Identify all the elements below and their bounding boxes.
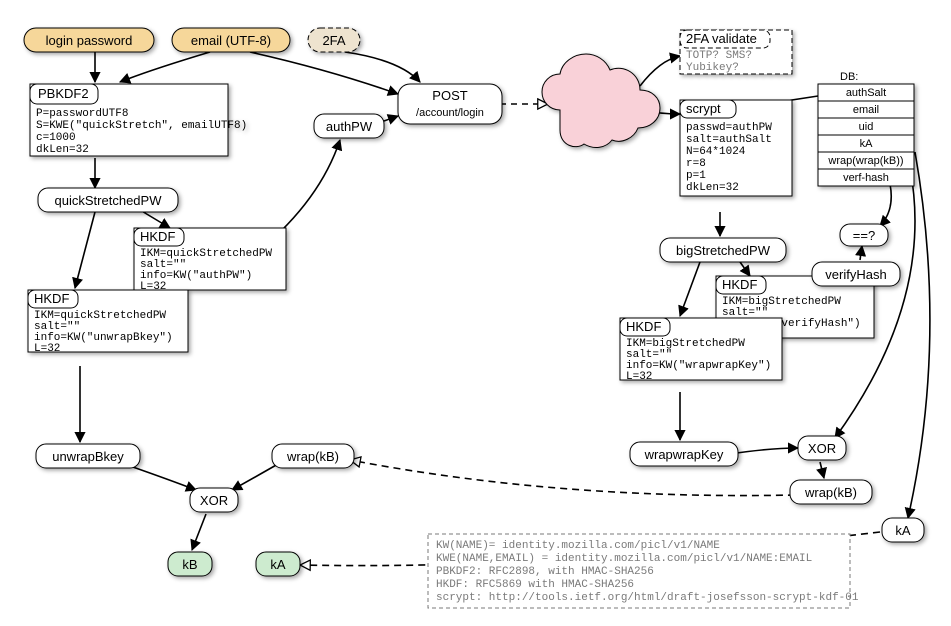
svg-text:L=32: L=32 — [626, 371, 652, 383]
db-table: authSalt email uid kA wrap(wrap(kB)) ver… — [818, 84, 914, 186]
unwrapbkey-node: unwrapBkey — [36, 444, 140, 468]
input-login-password: login password — [24, 28, 154, 52]
post-node: POST /account/login — [398, 84, 502, 124]
hkdf-auth-box: HKDF IKM=quickStretchedPW salt="" info=K… — [134, 228, 286, 293]
cloud-icon — [542, 54, 660, 147]
authpw-node: authPW — [314, 114, 384, 138]
hkdf-wrapwrap-box: HKDF IKM=bigStretchedPW salt="" info=KW(… — [620, 318, 782, 383]
ka-right-node: kA — [882, 518, 924, 542]
svg-text:==?: ==? — [853, 228, 875, 243]
input-email-label: email (UTF-8) — [191, 33, 271, 48]
svg-text:wrapwrapKey: wrapwrapKey — [644, 447, 724, 462]
bigstretchedpw-node: bigStretchedPW — [660, 238, 786, 262]
svg-text:kA: kA — [860, 138, 874, 150]
svg-text:XOR: XOR — [808, 441, 836, 456]
svg-text:2FA validate: 2FA validate — [686, 31, 757, 46]
compare-node: ==? — [840, 224, 888, 246]
pbkdf2-title: PBKDF2 — [38, 86, 89, 101]
pbkdf2-box: PBKDF2 P=passwordUTF8 S=KWE("quickStretc… — [30, 84, 247, 156]
svg-text:POST: POST — [432, 88, 467, 103]
wrap-kb-right-node: wrap(kB) — [790, 480, 872, 504]
svg-text:kA: kA — [270, 557, 286, 572]
svg-text:Yubikey?: Yubikey? — [686, 62, 739, 74]
svg-text:P=passwordUTF8: P=passwordUTF8 — [36, 108, 128, 120]
hkdf-unwrap-box: HKDF IKM=quickStretchedPW salt="" info=K… — [28, 290, 188, 355]
svg-text:verifyHash: verifyHash — [825, 267, 886, 282]
svg-text:c=1000: c=1000 — [36, 132, 76, 144]
input-login-password-label: login password — [46, 33, 133, 48]
quickstretchedpw-node: quickStretchedPW — [38, 188, 178, 212]
twofa-validate-box: 2FA validate TOTP? SMS? Yubikey? — [680, 30, 792, 74]
input-email: email (UTF-8) — [172, 28, 290, 52]
svg-text:dkLen=32: dkLen=32 — [36, 144, 89, 156]
svg-text:bigStretchedPW: bigStretchedPW — [676, 243, 771, 258]
svg-text:wrap(wrap(kB)): wrap(wrap(kB)) — [827, 155, 903, 167]
svg-text:passwd=authPW: passwd=authPW — [686, 122, 772, 134]
db-label: DB: — [840, 71, 858, 83]
svg-text:L=32: L=32 — [34, 343, 60, 355]
svg-text:XOR: XOR — [200, 493, 228, 508]
svg-text:S=KWE("quickStretch", emailUTF: S=KWE("quickStretch", emailUTF8) — [36, 120, 247, 132]
svg-text:uid: uid — [859, 121, 874, 133]
svg-text:HKDF: HKDF — [34, 291, 69, 306]
svg-text:salt=authSalt: salt=authSalt — [686, 134, 772, 146]
svg-text:kA: kA — [895, 523, 911, 538]
svg-text:dkLen=32: dkLen=32 — [686, 182, 739, 194]
wrapwrapkey-node: wrapwrapKey — [630, 442, 738, 466]
svg-text:scrypt: http://tools.ietf.org/: scrypt: http://tools.ietf.org/html/draft… — [436, 592, 859, 604]
verifyhash-node: verifyHash — [812, 262, 900, 286]
svg-text:N=64*1024: N=64*1024 — [686, 146, 746, 158]
svg-text:r=8: r=8 — [686, 158, 706, 170]
svg-text:HKDF: RFC5869 with HMAC-SHA256: HKDF: RFC5869 with HMAC-SHA256 — [436, 579, 634, 591]
svg-text:scrypt: scrypt — [686, 101, 721, 116]
svg-text:authPW: authPW — [326, 119, 373, 134]
input-2fa: 2FA — [308, 28, 360, 52]
svg-text:KW(NAME)= identity.mozilla.com: KW(NAME)= identity.mozilla.com/picl/v1/N… — [436, 540, 720, 552]
ka-out-node: kA — [256, 552, 300, 576]
svg-text:HKDF: HKDF — [722, 277, 757, 292]
scrypt-box: scrypt passwd=authPW salt=authSalt N=64*… — [680, 100, 792, 196]
wrap-kb-left-node: wrap(kB) — [272, 444, 354, 468]
svg-text:TOTP? SMS?: TOTP? SMS? — [686, 50, 752, 62]
svg-text:quickStretchedPW: quickStretchedPW — [55, 193, 163, 208]
svg-text:p=1: p=1 — [686, 170, 706, 182]
svg-text:wrap(kB): wrap(kB) — [286, 449, 339, 464]
svg-text:kB: kB — [182, 557, 197, 572]
kb-node: kB — [168, 552, 212, 576]
svg-text:HKDF: HKDF — [140, 229, 175, 244]
xor-right-node: XOR — [798, 436, 846, 460]
svg-text:verf-hash: verf-hash — [843, 172, 889, 184]
svg-text:wrap(kB): wrap(kB) — [804, 485, 857, 500]
svg-text:PBKDF2: RFC2898, with HMAC-SHA: PBKDF2: RFC2898, with HMAC-SHA256 — [436, 566, 654, 578]
svg-text:/account/login: /account/login — [416, 107, 484, 119]
input-2fa-label: 2FA — [322, 33, 345, 48]
svg-text:email: email — [853, 104, 879, 116]
legend-box: KW(NAME)= identity.mozilla.com/picl/v1/N… — [428, 534, 859, 608]
svg-text:unwrapBkey: unwrapBkey — [52, 449, 124, 464]
svg-text:KWE(NAME,EMAIL) = identity.moz: KWE(NAME,EMAIL) = identity.mozilla.com/p… — [436, 553, 812, 565]
xor-left-node: XOR — [190, 488, 238, 512]
svg-text:authSalt: authSalt — [846, 87, 886, 99]
svg-text:HKDF: HKDF — [626, 319, 661, 334]
